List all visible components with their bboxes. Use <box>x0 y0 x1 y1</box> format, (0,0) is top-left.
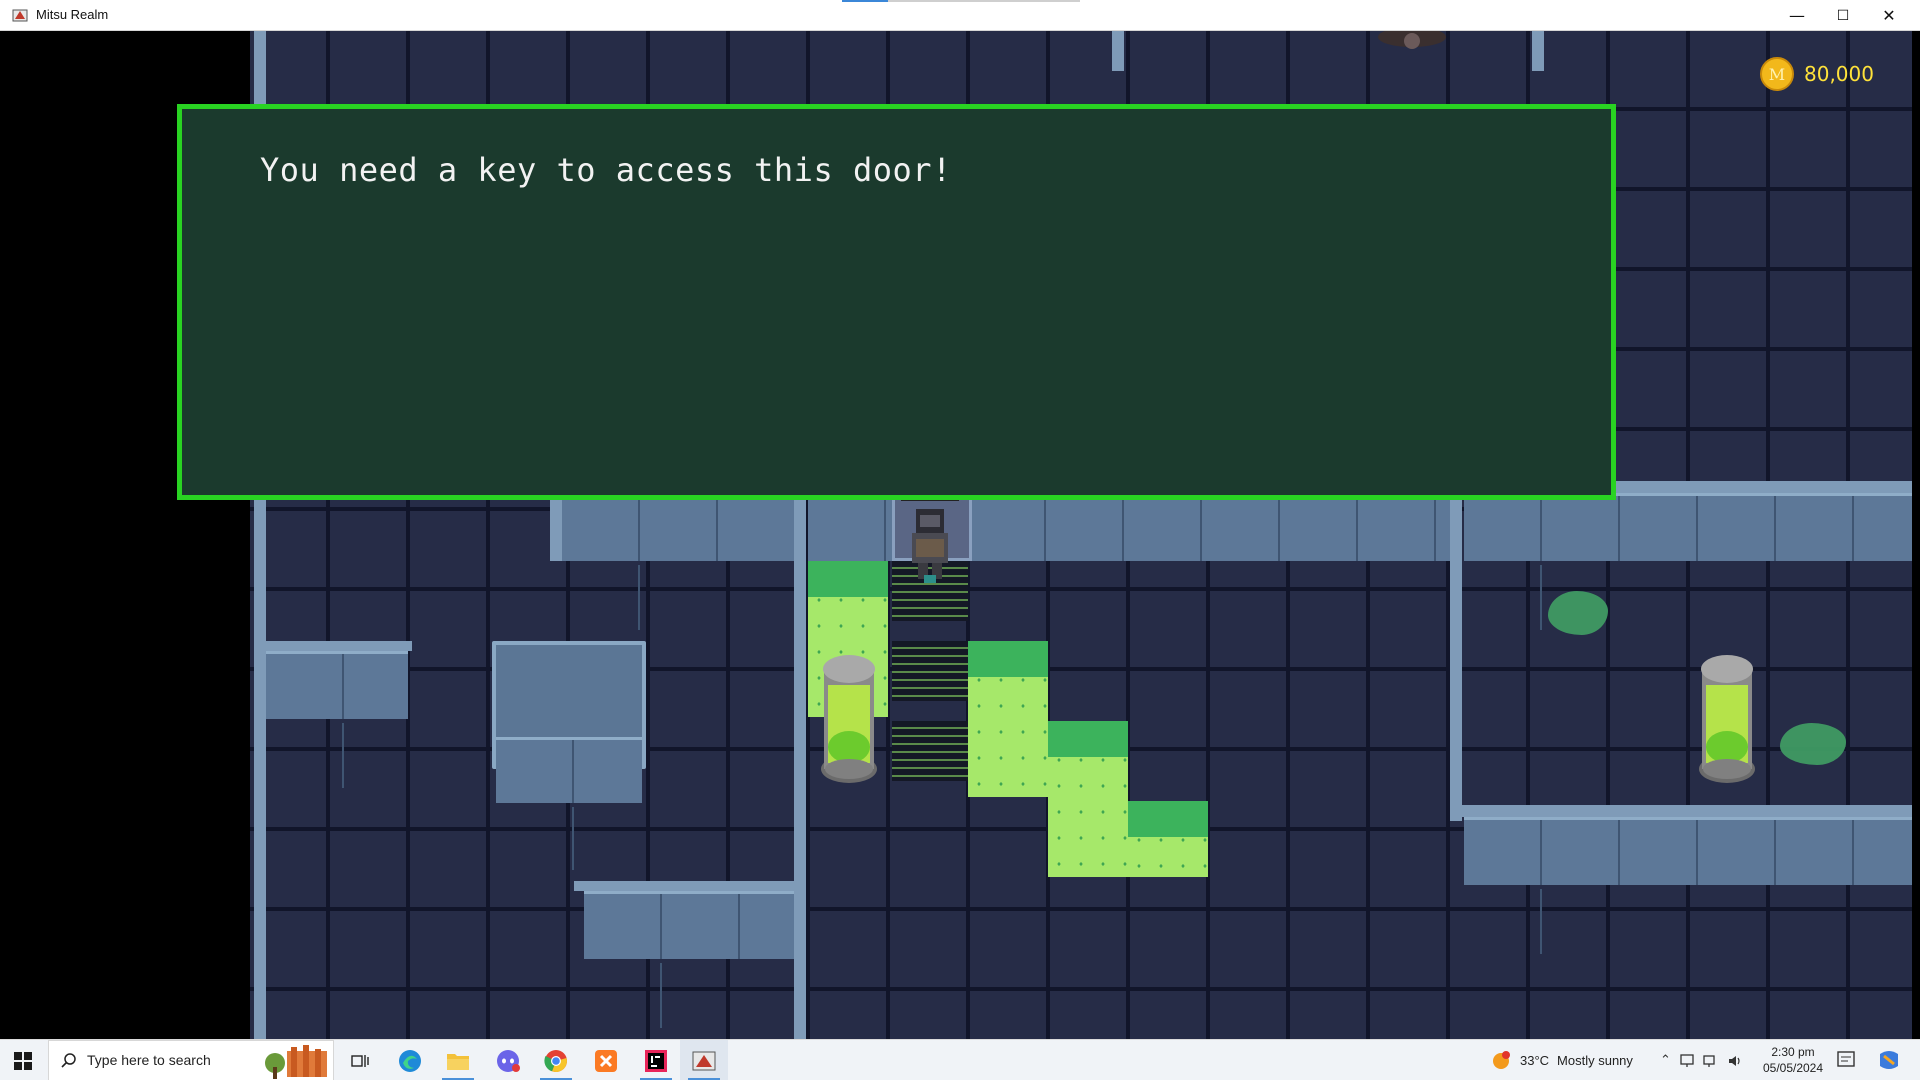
java-app-icon <box>12 9 28 22</box>
wall-center <box>794 471 806 1039</box>
chrome-icon <box>544 1049 567 1072</box>
weather-widget[interactable]: 33°C Mostly sunny <box>1490 1040 1633 1080</box>
wall-face-2 <box>808 493 904 561</box>
start-button[interactable] <box>0 1040 46 1080</box>
slime-puddle-1 <box>1548 591 1608 635</box>
title-accent-secondary <box>888 0 1080 2</box>
mitsu-realm-button[interactable] <box>680 1040 728 1080</box>
slime-edge-1 <box>808 561 888 597</box>
dialog-box[interactable]: You need a key to access this door! <box>177 104 1616 500</box>
edge-icon <box>399 1049 421 1072</box>
java-app-icon <box>692 1051 716 1070</box>
window-titlebar: Mitsu Realm — ☐ ✕ <box>0 0 1920 31</box>
wall-face-4 <box>1464 493 1912 630</box>
wall-face-6 <box>584 891 794 1028</box>
chemical-tank-icon <box>1699 655 1755 783</box>
chevron-up-icon[interactable]: ⌃ <box>1660 1053 1671 1068</box>
system-tray: ⌃ <box>1660 1040 1743 1080</box>
discord-icon <box>497 1049 520 1072</box>
file-explorer-button[interactable] <box>434 1040 482 1080</box>
game-viewport[interactable]: + 100 M 80,000 You need a key to access … <box>8 31 1912 1039</box>
enemy-sprite-icon <box>1378 31 1446 49</box>
chemical-tank-icon <box>821 655 877 783</box>
task-view-button[interactable] <box>336 1040 384 1080</box>
window-title: Mitsu Realm <box>36 7 109 22</box>
wall-face-7 <box>1464 817 1912 954</box>
slime-puddle-2 <box>1780 723 1846 765</box>
volume-icon[interactable] <box>1727 1053 1743 1069</box>
coin-icon: M <box>1760 57 1794 91</box>
taskbar-clock[interactable]: 2:30 pm 05/05/2024 <box>1762 1044 1824 1076</box>
notification-icon[interactable] <box>1836 1050 1856 1070</box>
wall-right <box>1450 491 1462 821</box>
slime-edge-2 <box>968 641 1048 677</box>
wall-face-3 <box>968 493 1450 561</box>
floor-grate-3 <box>892 721 968 781</box>
taskbar-search-box[interactable]: Type here to search <box>48 1040 334 1080</box>
clock-date: 05/05/2024 <box>1762 1061 1824 1075</box>
minimize-button[interactable]: — <box>1774 0 1820 31</box>
coin-value: 80,000 <box>1804 62 1874 86</box>
folder-icon <box>447 1053 469 1070</box>
close-button[interactable]: ✕ <box>1866 0 1912 31</box>
intellij-icon <box>645 1049 667 1072</box>
intellij-button[interactable] <box>632 1040 680 1080</box>
slime-edge-4 <box>1128 801 1208 837</box>
wall-face-5 <box>266 651 408 788</box>
wall-face-1 <box>562 493 794 630</box>
floor-grate-2 <box>892 641 968 701</box>
coin-counter: M 80,000 <box>1760 57 1874 91</box>
weather-temperature: 33°C <box>1520 1053 1550 1068</box>
dialog-message: You need a key to access this door! <box>260 151 952 189</box>
monitor-icon[interactable] <box>1679 1053 1695 1069</box>
network-icon[interactable] <box>1703 1053 1719 1069</box>
task-view-icon <box>351 1054 369 1067</box>
discord-button[interactable] <box>484 1040 532 1080</box>
xampp-icon <box>595 1049 617 1072</box>
wall-ledge-right <box>1454 805 1912 817</box>
copilot-icon[interactable] <box>1876 1048 1902 1072</box>
search-icon <box>61 1053 76 1068</box>
search-placeholder: Type here to search <box>87 1052 211 1068</box>
maximize-button[interactable]: ☐ <box>1820 0 1866 31</box>
xampp-button[interactable] <box>582 1040 630 1080</box>
sun-icon <box>1493 1050 1510 1069</box>
wall-ledge-left <box>266 641 412 651</box>
machine-base <box>496 737 642 870</box>
windows-taskbar: Type here to search 33°C Mostly sunny ⌃ … <box>0 1039 1920 1080</box>
wall-ledge-bottom <box>574 881 804 891</box>
player-character-icon <box>912 509 948 583</box>
weather-condition: Mostly sunny <box>1557 1053 1633 1068</box>
title-accent <box>842 0 888 2</box>
slime-edge-3 <box>1048 721 1128 757</box>
search-highlight-icon <box>265 1045 327 1079</box>
clock-time: 2:30 pm <box>1771 1045 1815 1059</box>
wall-top-a <box>1112 31 1124 71</box>
wall-top-b <box>1532 31 1544 71</box>
edge-button[interactable] <box>386 1040 434 1080</box>
windows-logo-icon <box>14 1051 32 1070</box>
chrome-button[interactable] <box>532 1040 580 1080</box>
